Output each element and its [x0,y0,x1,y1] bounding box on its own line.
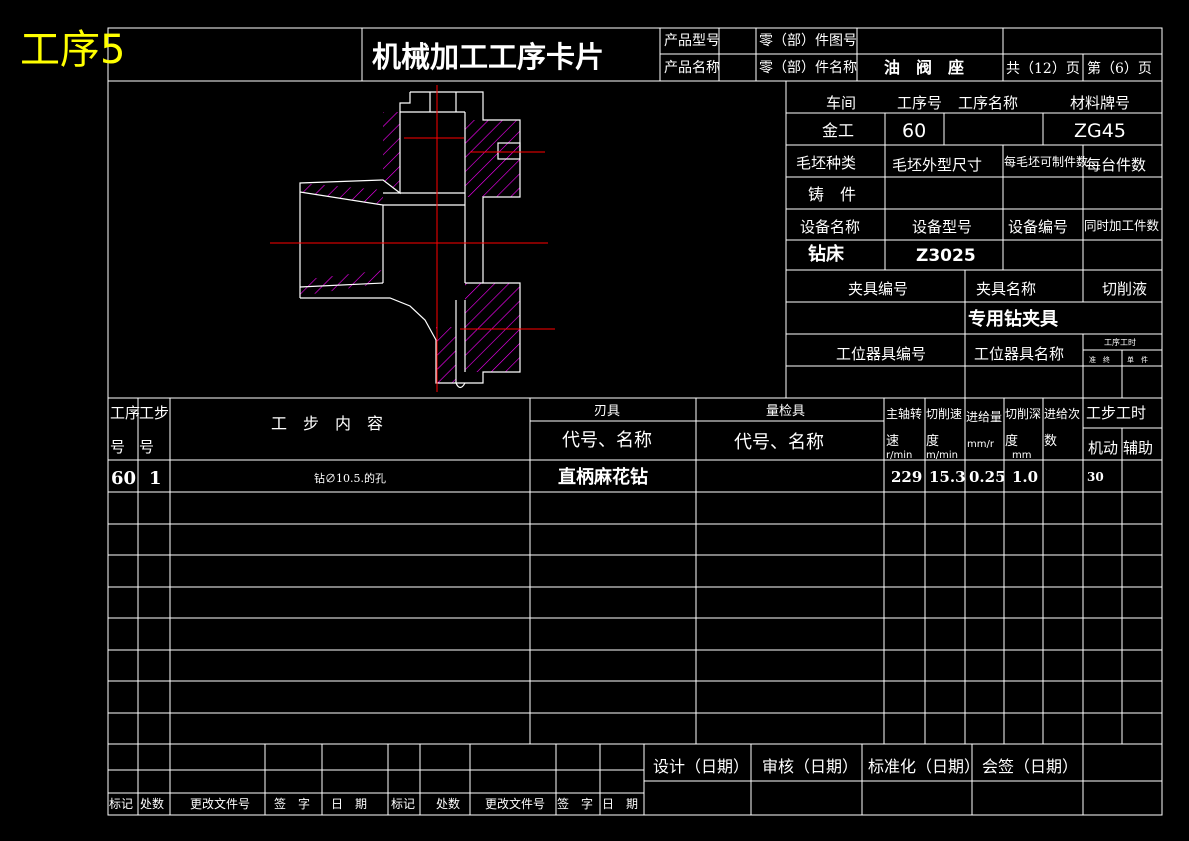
col-spindle-l2: 速 [886,434,899,449]
per-unit-label: 每台件数 [1086,156,1146,174]
footer-count-2: 处数 [436,796,460,811]
col-gauge-code: 代号、名称 [734,432,824,453]
row-depth: 1.0 [1012,468,1038,486]
page-number: 第（6）页 [1087,60,1152,77]
fixture-name-label: 夹具名称 [976,280,1036,298]
footer-change-doc-2: 更改文件号 [485,796,545,811]
col-spindle-unit: r/min [886,450,912,461]
card-title: 机械加工工序卡片 [372,40,604,74]
op-time-label: 工序工时 [1104,337,1136,347]
col-tool-code: 代号、名称 [562,430,652,451]
station-tool-no-label: 工位器具编号 [836,345,926,363]
col-op-no-l1: 工序 [110,404,140,422]
col-passes-l2: 数 [1044,434,1057,449]
blank-size-label: 毛坯外型尺寸 [892,156,982,174]
equip-model-label: 设备型号 [912,218,972,236]
process-card-sheet: 工序5 机械加工工序卡片 产品型号 零（部）件图号 产品名称 零（部）件名称 油… [20,27,1163,816]
col-feed-unit: mm/r [967,439,995,450]
material-value: ZG45 [1074,120,1126,142]
material-label: 材料牌号 [1070,94,1130,112]
col-step-no-l1: 工步 [139,404,169,422]
workshop-label: 车间 [826,94,856,112]
row-feed: 0.25 [969,468,1006,486]
footer-date-2: 日 期 [602,797,638,811]
footer-change-doc: 更改文件号 [190,796,250,811]
footer-signature: 签 字 [274,796,310,811]
footer-date: 日 期 [331,797,367,811]
equip-no-label: 设备编号 [1008,218,1068,236]
row-cut-speed: 15.3 [929,468,966,486]
col-feed-l1: 进给量 [966,410,1002,424]
col-content: 工 步 内 容 [271,414,383,433]
col-op-no-l2: 号 [110,438,125,456]
station-tool-name-label: 工位器具名称 [974,345,1064,363]
header-grid [108,28,1162,82]
fixture-name-value: 专用钻夹具 [968,308,1058,330]
design-label: 设计（日期） [653,757,749,776]
table-row: 60 1 钻∅10.5.的孔 直柄麻花钻 229 15.3 0.25 1.0 3… [111,466,1104,489]
equip-name-value: 钻床 [808,243,845,265]
col-spindle-l1: 主轴转 [886,406,922,421]
blank-type-value: 铸 件 [808,185,856,204]
col-machine-time: 机动 [1088,439,1118,457]
col-tool: 刃具 [594,404,620,419]
part-name-label: 零（部）件名称 [759,60,857,76]
review-label: 审核（日期） [762,757,858,776]
equip-model-value: Z3025 [916,246,976,266]
prep-label: 准 终 [1089,355,1110,364]
coolant-label: 切削液 [1102,280,1147,298]
op-no-label: 工序号 [897,94,942,112]
row-content: 钻∅10.5.的孔 [314,471,386,485]
blank-type-label: 毛坯种类 [796,154,856,172]
col-depth-unit: mm [1012,450,1031,461]
row-op-no: 60 [111,468,136,489]
fixture-no-label: 夹具编号 [848,280,908,298]
op-name-label: 工序名称 [958,94,1018,112]
col-step-time: 工步工时 [1086,404,1146,422]
row-machine-time: 30 [1087,470,1104,484]
part-name: 油 阀 座 [884,58,964,77]
col-passes-l1: 进给次 [1044,407,1080,421]
standard-label: 标准化（日期） [868,757,980,776]
col-cut-speed-unit: m/min [926,450,958,461]
col-step-no-l2: 号 [139,438,154,456]
unit-time-label: 单 件 [1127,355,1148,364]
row-spindle: 229 [891,468,922,486]
row-tool: 直柄麻花钻 [558,466,648,488]
col-cut-speed-l2: 度 [926,433,939,449]
parts-per-blank-label: 每毛坯可制件数 [1004,154,1088,169]
row-step-no: 1 [149,468,162,489]
col-cut-speed-l1: 切削速 [926,407,962,421]
product-model-label: 产品型号 [664,33,720,49]
op-no-value: 60 [902,120,926,142]
footer-count: 处数 [140,796,164,811]
badge: 工序5 [20,27,125,73]
simul-parts-label: 同时加工件数 [1084,218,1160,233]
product-name-label: 产品名称 [664,60,720,76]
col-depth-l2: 度 [1005,433,1018,449]
col-depth-l1: 切削深 [1005,407,1041,421]
equip-name-label: 设备名称 [800,218,860,236]
total-pages: 共（12）页 [1006,61,1080,77]
part-section-drawing [270,85,555,392]
col-gauge: 量检具 [766,404,805,419]
part-drawing-no-label: 零（部）件图号 [759,33,857,49]
footer-signature-2: 签 字 [557,796,593,811]
footer-mark-2: 标记 [391,797,415,811]
footer-mark: 标记 [109,797,133,811]
countersign-label: 会签（日期） [982,757,1078,776]
workshop-value: 金工 [822,121,854,140]
col-aux-time: 辅助 [1123,439,1153,457]
